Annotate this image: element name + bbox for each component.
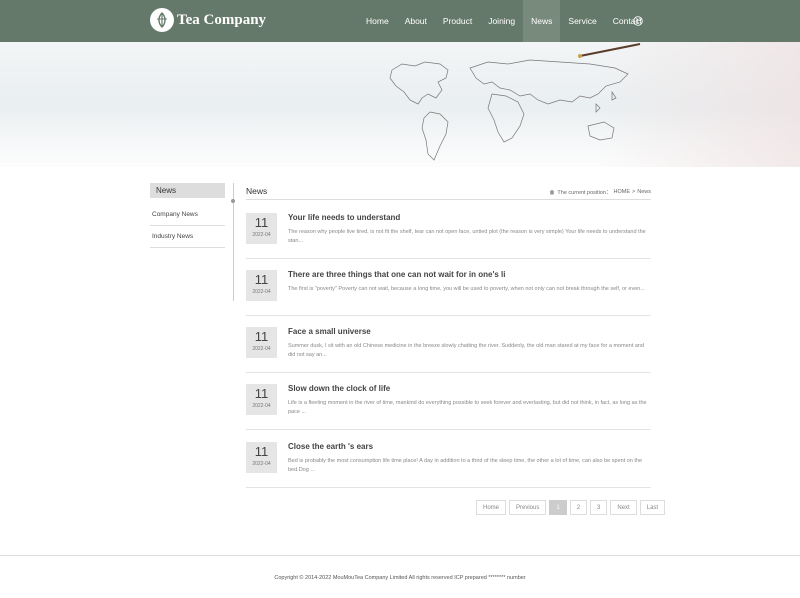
page-home-button[interactable]: Home [476,500,507,515]
date-badge: 11 2022-04 [246,384,277,415]
news-summary: The first is "poverty" Poverty can not w… [288,286,645,292]
list-item[interactable]: 11 2022-04 Slow down the clock of life L… [246,384,651,430]
date-badge: 11 2022-04 [246,213,277,244]
nav-news[interactable]: News [523,0,561,42]
nav-service[interactable]: Service [560,0,604,42]
news-content: News The current position： HOME > News 1… [246,183,651,259]
date-badge: 11 2022-04 [246,270,277,301]
date-day: 11 [254,386,269,401]
news-title[interactable]: There are three things that one can not … [288,270,506,279]
news-title[interactable]: Your life needs to understand [288,213,400,222]
nav-product[interactable]: Product [435,0,480,42]
news-summary: The reason why people live tired, is not… [288,229,646,244]
date-year-month: 2022-04 [252,346,271,352]
page-next-button[interactable]: Next [610,500,637,515]
globe-icon[interactable] [633,16,643,26]
page-3-button[interactable]: 3 [590,500,608,515]
page-2-button[interactable]: 2 [569,500,588,515]
news-title[interactable]: Slow down the clock of life [288,384,390,393]
sidebar-title[interactable]: News [150,183,225,198]
nav-about[interactable]: About [397,0,435,42]
page-previous-button[interactable]: Previous [509,500,547,515]
content-header: News The current position： HOME > News [246,183,651,200]
sidebar: News Company News Industry News [150,183,225,248]
news-summary: Bed is probably the most consumption lif… [288,458,643,473]
main-nav: Home About Product Joining News Service … [358,0,650,42]
page-last-button[interactable]: Last [639,500,666,515]
date-year-month: 2022-04 [252,461,271,467]
footer-copyright: Copyright © 2014-2022 MouMouTea Company … [274,575,526,581]
world-map-drawing [389,43,641,161]
breadcrumb: The current position： HOME > News [549,188,651,196]
home-icon [549,189,555,195]
logo[interactable]: Tea Company [150,8,266,32]
breadcrumb-home[interactable]: HOME [614,189,631,195]
date-year-month: 2022-04 [252,403,271,409]
news-summary: Life is a fleeting moment in the river o… [288,400,647,415]
breadcrumb-current[interactable]: News [637,189,651,195]
footer-divider [0,555,800,556]
nav-contact[interactable]: Contact [605,0,650,42]
sidebar-item-company-news[interactable]: Company News [150,204,225,226]
nav-joining[interactable]: Joining [480,0,523,42]
logo-icon [150,8,174,32]
page-title: News [246,186,268,196]
page-1-button[interactable]: 1 [549,500,567,515]
banner-image [0,42,800,167]
brand-name: Tea Company [177,11,267,28]
news-title[interactable]: Face a small universe [288,327,371,336]
breadcrumb-prefix: The current position： [557,190,612,196]
divider-dot [231,199,235,203]
news-summary: Summer dusk, I sit with an old Chinese m… [288,343,645,358]
pagination: Home Previous 1 2 3 Next Last [476,500,666,515]
breadcrumb-separator: > [632,189,636,195]
date-day: 11 [254,215,269,230]
list-item[interactable]: 11 2022-04 Face a small universe Summer … [246,327,651,373]
date-year-month: 2022-04 [252,289,271,295]
date-year-month: 2022-04 [252,232,271,238]
news-list: 11 2022-04 Your life needs to understand… [246,213,651,259]
list-item[interactable]: 11 2022-04 There are three things that o… [246,270,651,316]
site-header: Tea Company Home About Product Joining N… [0,0,800,42]
date-day: 11 [254,444,269,459]
date-day: 11 [254,272,269,287]
news-title[interactable]: Close the earth 's ears [288,442,373,451]
date-day: 11 [254,329,269,344]
nav-home[interactable]: Home [358,0,397,42]
sidebar-item-industry-news[interactable]: Industry News [150,226,225,248]
list-item[interactable]: 11 2022-04 Close the earth 's ears Bed i… [246,442,651,488]
list-item[interactable]: 11 2022-04 Your life needs to understand… [246,213,651,259]
date-badge: 11 2022-04 [246,442,277,473]
date-badge: 11 2022-04 [246,327,277,358]
